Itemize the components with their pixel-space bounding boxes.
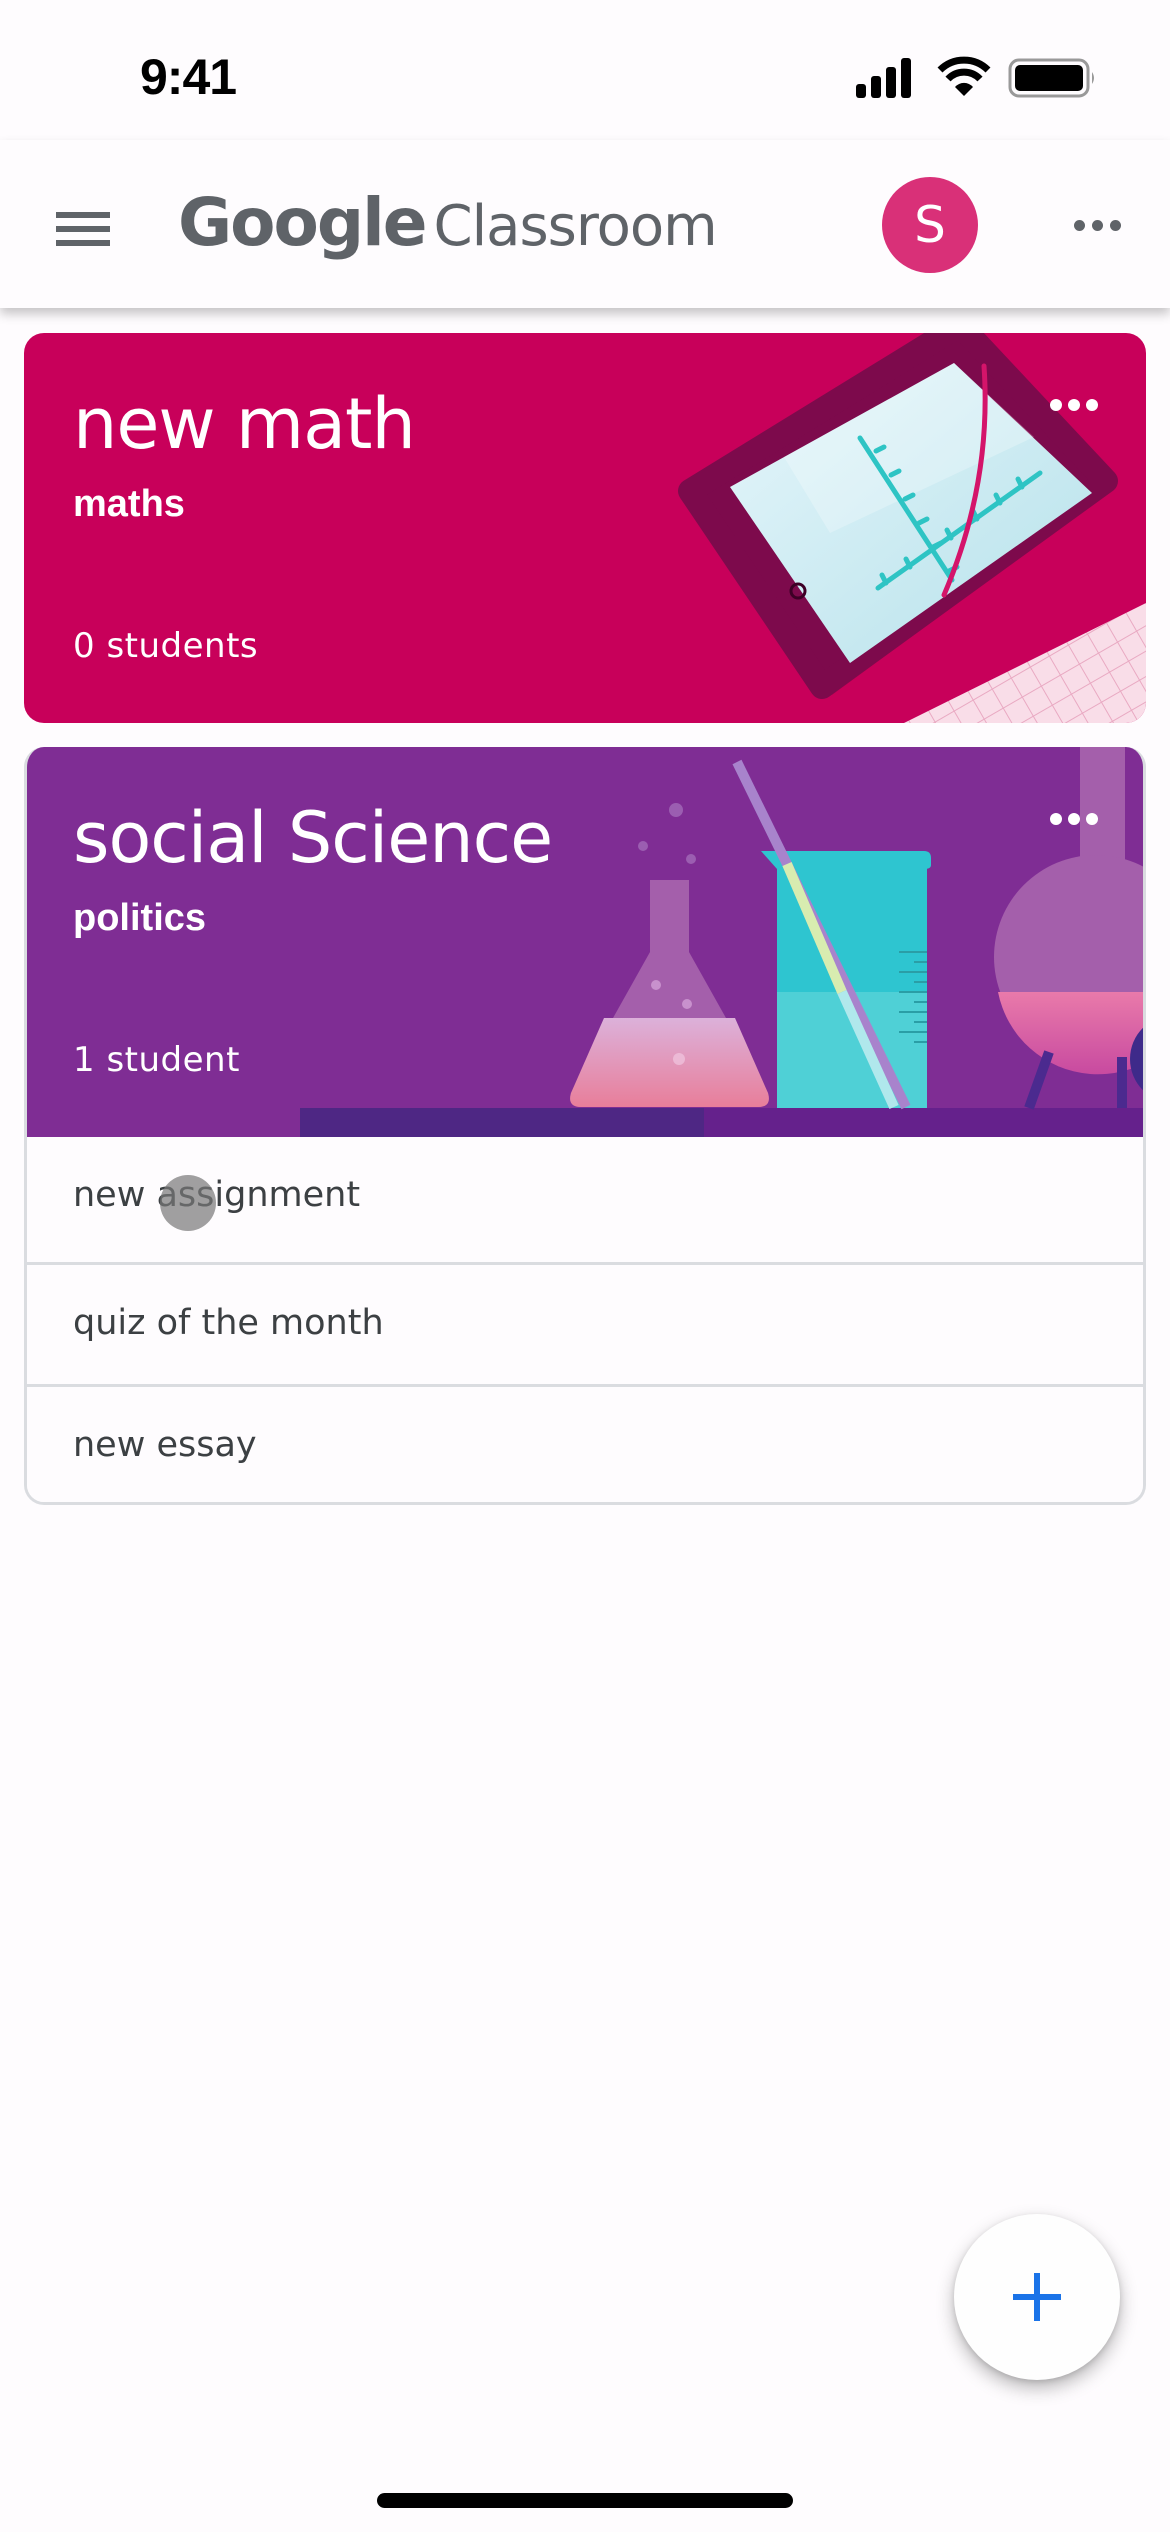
battery-icon — [1008, 58, 1094, 98]
class-card-banner[interactable]: social Science politics 1 student — [27, 747, 1143, 1137]
more-dot — [1068, 399, 1080, 411]
more-dot — [1086, 399, 1098, 411]
more-dot — [1068, 813, 1080, 825]
cellular-signal-icon — [856, 58, 911, 98]
class-card-more-button[interactable] — [1042, 385, 1106, 425]
grid-paper — [904, 603, 1146, 723]
conical-flask-liquid — [570, 1018, 769, 1107]
bubble — [682, 999, 692, 1009]
more-dot — [1074, 220, 1085, 231]
class-card[interactable]: new math maths 0 students — [24, 333, 1146, 723]
hamburger-line — [56, 212, 110, 218]
bubble — [638, 841, 648, 851]
class-card-more-button[interactable] — [1042, 799, 1106, 839]
hamburger-menu-icon[interactable] — [50, 200, 116, 248]
assignment-item[interactable]: new essay — [27, 1384, 1143, 1502]
more-dot — [1050, 399, 1062, 411]
shelf — [704, 1108, 1143, 1137]
status-time: 9:41 — [140, 49, 237, 105]
assignment-label: quiz of the month — [73, 1303, 384, 1343]
hamburger-line — [56, 240, 110, 246]
logo-classroom-text: Classroom — [433, 194, 718, 259]
more-dot — [1092, 220, 1103, 231]
account-avatar[interactable]: S — [882, 177, 978, 273]
hamburger-line — [56, 226, 110, 232]
assignment-label: new assignment — [73, 1175, 361, 1215]
bubble — [673, 1053, 685, 1065]
more-dot — [1050, 813, 1062, 825]
app-bar: Google Classroom S — [0, 140, 1170, 308]
logo-google-text: Google — [178, 184, 427, 261]
class-title[interactable]: social Science — [73, 797, 553, 879]
class-title[interactable]: new math — [73, 383, 416, 465]
student-count: 0 students — [73, 626, 259, 666]
class-section: maths — [73, 483, 185, 525]
home-indicator[interactable] — [377, 2493, 793, 2508]
create-class-button[interactable] — [954, 2214, 1120, 2380]
more-dot — [1110, 220, 1121, 231]
class-card[interactable]: social Science politics 1 student new as… — [24, 747, 1146, 1505]
more-dot — [1086, 813, 1098, 825]
bubble — [669, 803, 683, 817]
class-card-banner[interactable]: new math maths 0 students — [24, 333, 1146, 723]
status-icons — [852, 52, 1102, 102]
bubble — [651, 980, 661, 990]
more-options-button[interactable] — [1068, 200, 1128, 250]
shelf-dark — [300, 1108, 704, 1137]
bubble — [686, 854, 696, 864]
student-count: 1 student — [73, 1040, 240, 1080]
round-flask-leg — [1024, 1050, 1054, 1110]
plus-icon-vertical — [1034, 2273, 1040, 2321]
assignment-label: new essay — [73, 1425, 257, 1465]
status-bar: 9:41 — [0, 0, 1170, 140]
class-section: politics — [73, 897, 207, 939]
google-classroom-logo: Google Classroom — [178, 184, 718, 264]
touch-indicator — [160, 1175, 216, 1231]
wifi-icon — [937, 56, 991, 96]
assignment-item[interactable]: quiz of the month — [27, 1262, 1143, 1384]
